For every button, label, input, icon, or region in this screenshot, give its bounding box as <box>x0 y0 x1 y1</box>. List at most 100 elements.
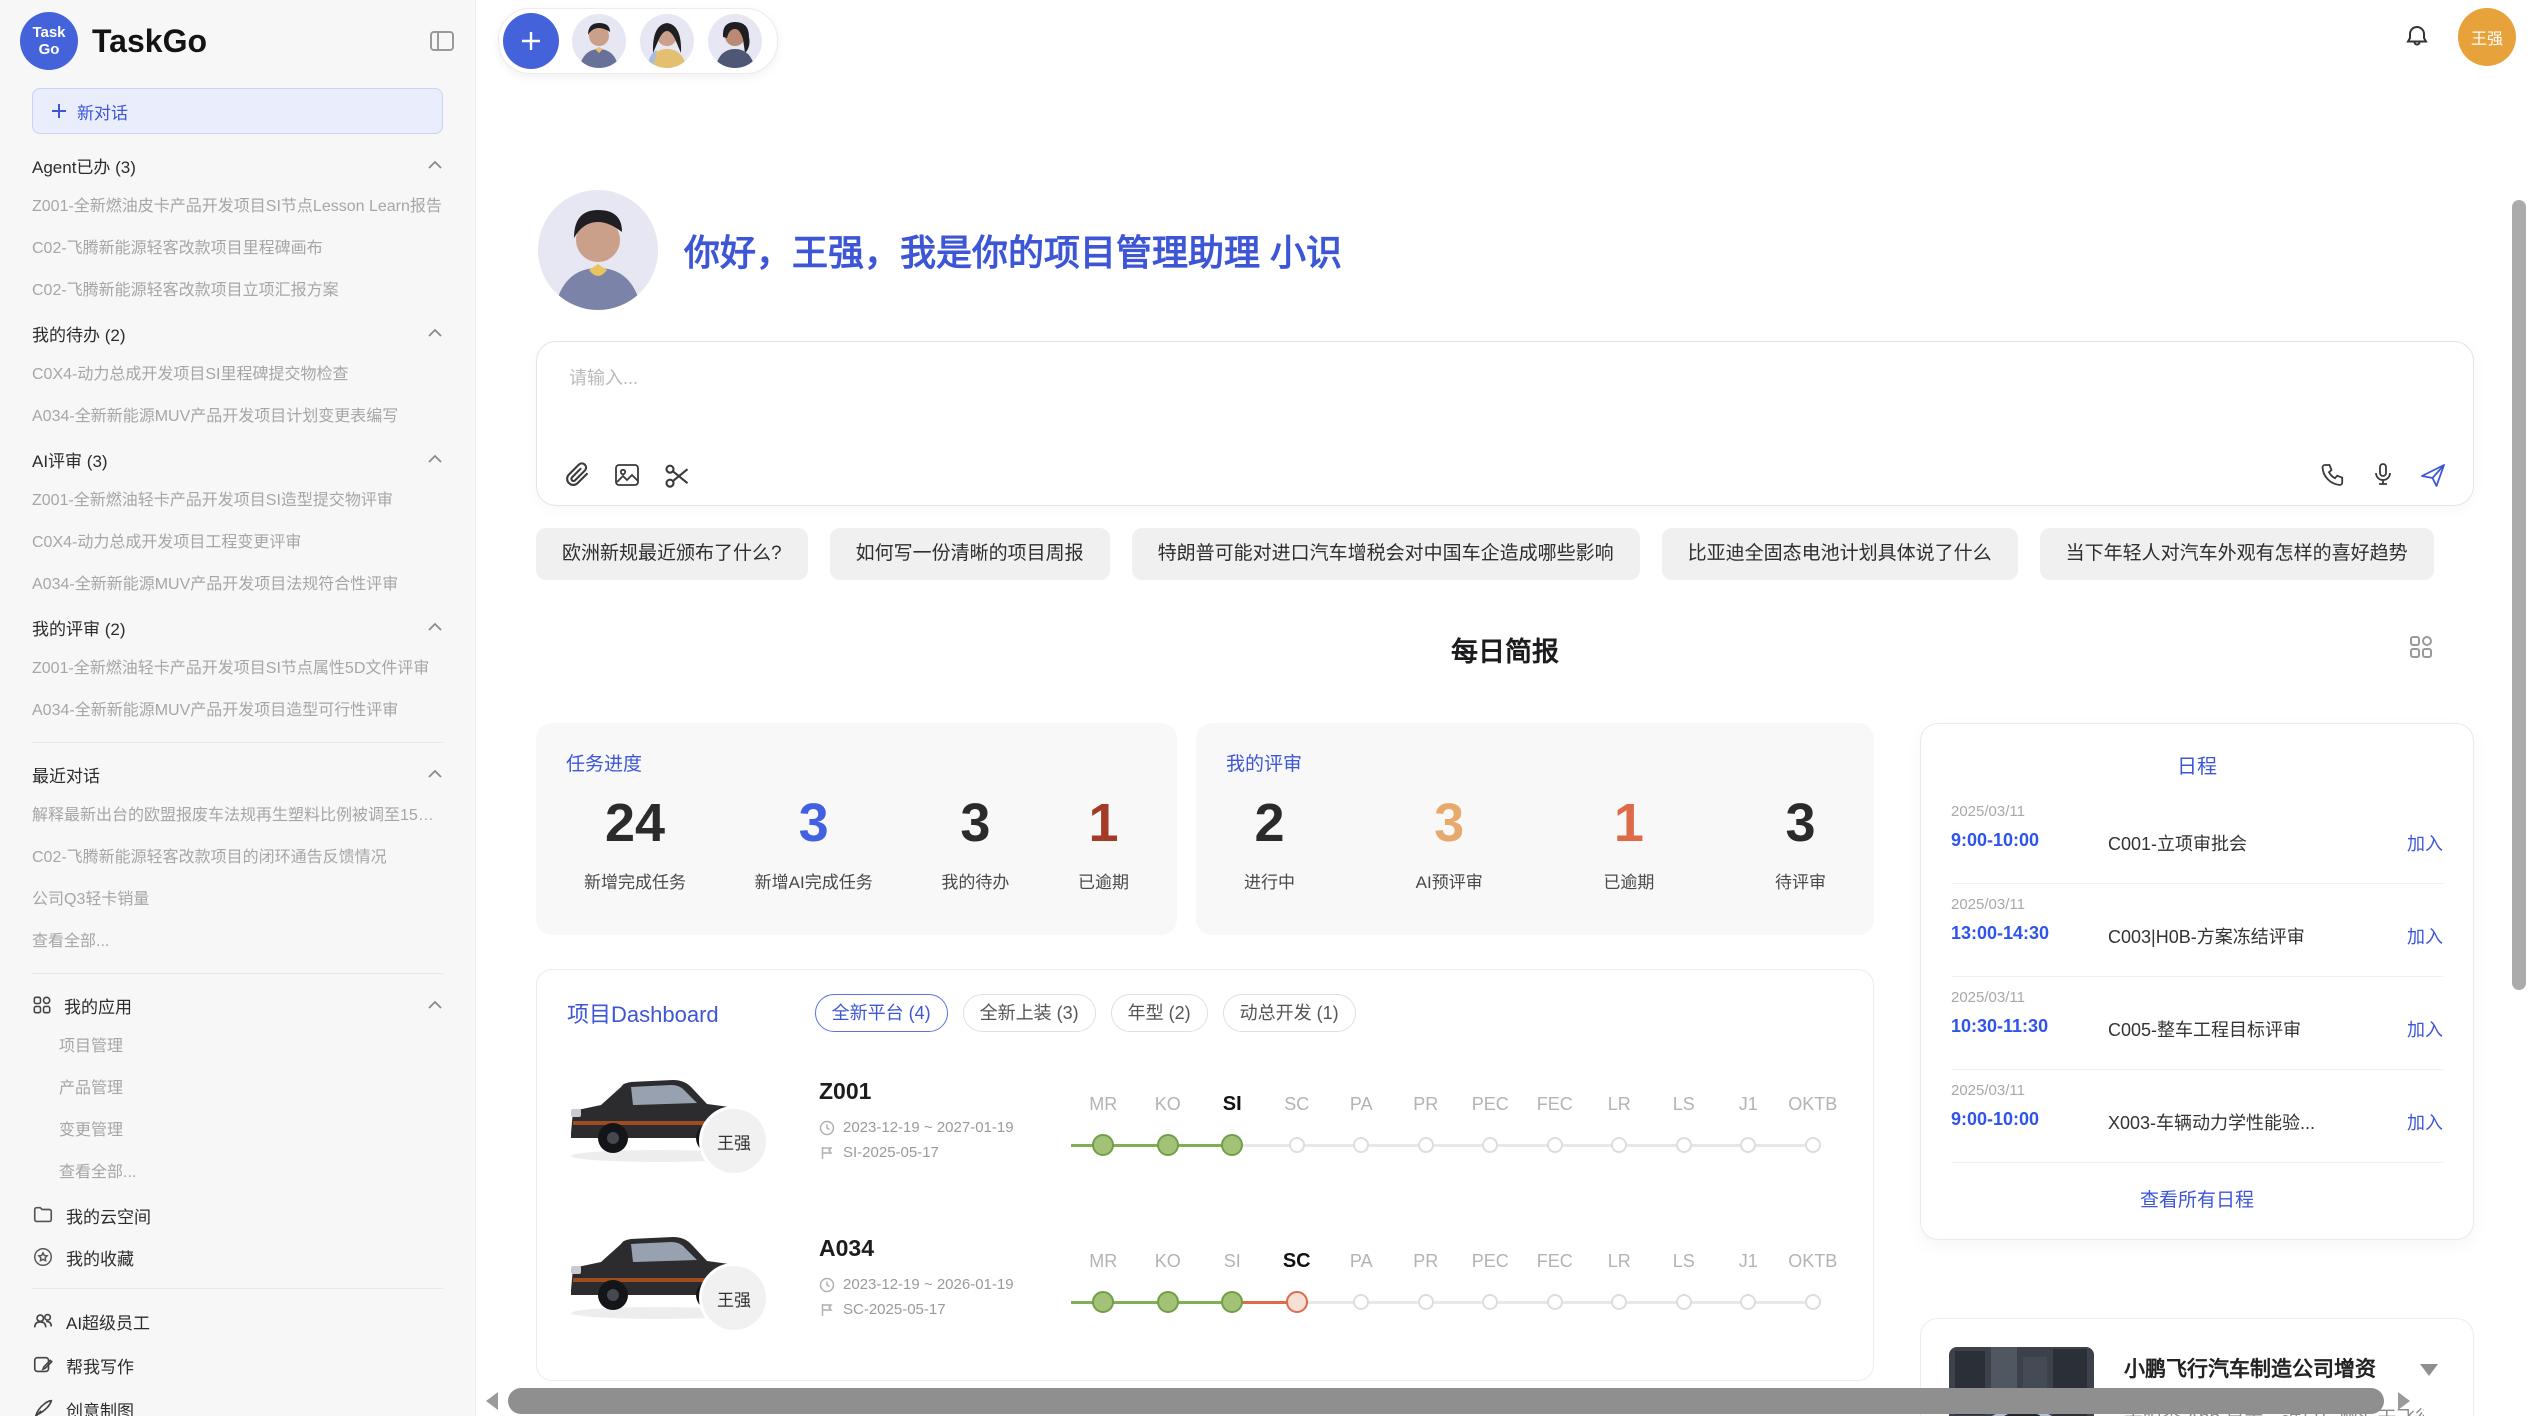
suggestion-chip[interactable]: 特朗普可能对进口汽车增税会对中国车企造成哪些影响 <box>1132 528 1640 580</box>
right-column: 日程 2025/03/11 9:00-10:00 C001-立项审批会 加入 <box>1920 723 2474 1240</box>
new-chat-button[interactable]: 新对话 <box>32 88 443 134</box>
stat-label: AI预评审 <box>1416 868 1483 893</box>
recent-section-header[interactable]: 最近对话 <box>32 753 443 795</box>
sidebar-item[interactable]: Z001-全新燃油皮卡产品开发项目SI节点Lesson Learn报告 <box>32 186 442 228</box>
sidebar-item-cloud-space[interactable]: 我的云空间 <box>32 1194 443 1236</box>
user-name: 王强 <box>2471 25 2503 49</box>
suggestion-chip[interactable]: 如何写一份清晰的项目周报 <box>830 528 1110 580</box>
sidebar-section-header[interactable]: AI评审 (3) <box>32 438 443 480</box>
schedule-time: 9:00-10:00 <box>1951 830 2039 850</box>
join-link[interactable]: 加入 <box>2407 923 2443 949</box>
user-avatar[interactable]: 王强 <box>2458 8 2516 66</box>
agent-avatar[interactable] <box>571 13 627 69</box>
milestone-dot <box>1547 1137 1563 1153</box>
sidebar-item[interactable]: C0X4-动力总成开发项目工程变更评审 <box>32 522 301 564</box>
image-icon[interactable] <box>613 461 641 489</box>
favorites-label: 我的收藏 <box>66 1245 134 1270</box>
microphone-icon[interactable] <box>2369 461 2397 489</box>
dashboard-tab[interactable]: 年型 (2) <box>1111 994 1208 1032</box>
sidebar-item[interactable]: C0X4-动力总成开发项目SI里程碑提交物检查 <box>32 354 348 396</box>
attachment-icon[interactable] <box>563 461 591 489</box>
sidebar-item[interactable]: C02-飞腾新能源轻客改款项目立项汇报方案 <box>32 270 339 312</box>
stat-item: 1 已逾期 <box>1078 792 1129 893</box>
recent-chat-item[interactable]: 解释最新出台的欧盟报废车法规再生塑料比例被调至15%... <box>32 795 443 837</box>
milestone-label: LR <box>1587 1246 1652 1276</box>
sidebar-section-header[interactable]: 我的待办 (2) <box>32 312 443 354</box>
sidebar-item-ai-staff[interactable]: AI超级员工 <box>32 1299 443 1343</box>
project-row[interactable]: 王强 Z001 2023-12-19 ~ 2027-01-19 <box>537 1056 1873 1213</box>
send-icon[interactable] <box>2419 461 2447 489</box>
recent-chat-item[interactable]: C02-飞腾新能源轻客改款项目的闭环通告反馈情况 <box>32 837 387 879</box>
recent-chat-item[interactable]: 公司Q3轻卡销量 <box>32 879 149 921</box>
schedule-time: 10:30-11:30 <box>1951 1016 2048 1036</box>
scissors-icon[interactable] <box>663 461 691 489</box>
sidebar-section-header[interactable]: Agent已办 (3) <box>32 144 443 186</box>
dashboard-tab[interactable]: 全新平台 (4) <box>815 994 948 1032</box>
sidebar-item[interactable]: Z001-全新燃油轻卡产品开发项目SI节点属性5D文件评审 <box>32 648 429 690</box>
scroll-left-arrow-icon[interactable] <box>486 1392 498 1410</box>
scroll-down-arrow-icon[interactable] <box>2420 1364 2438 1376</box>
star-badge-icon <box>32 1246 54 1268</box>
agent-avatar[interactable] <box>707 13 763 69</box>
suggestion-chip[interactable]: 当下年轻人对汽车外观有怎样的喜好趋势 <box>2040 528 2434 580</box>
milestone-cell <box>1458 1125 1523 1165</box>
flag-icon <box>819 1302 835 1318</box>
sidebar-item[interactable]: A034-全新新能源MUV产品开发项目计划变更表编写 <box>32 396 398 438</box>
app-item[interactable]: 变更管理 <box>59 1110 123 1152</box>
app-item[interactable]: 项目管理 <box>59 1026 123 1068</box>
milestone-label: SC <box>1265 1089 1330 1119</box>
logo-line2: Go <box>39 41 60 58</box>
join-link[interactable]: 加入 <box>2407 1109 2443 1135</box>
ai-staff-label: AI超级员工 <box>66 1309 150 1334</box>
sidebar-item[interactable]: A034-全新新能源MUV产品开发项目造型可行性评审 <box>32 690 398 732</box>
stats-row: 任务进度 24 新增完成任务 3 新增AI <box>536 723 1874 935</box>
milestone-cell <box>1781 1125 1846 1165</box>
stat-item: 3 新增AI完成任务 <box>755 792 873 893</box>
recent-chat-item[interactable]: 查看全部... <box>32 921 109 963</box>
notification-bell-icon[interactable] <box>2402 22 2432 52</box>
sidebar-item-favorites[interactable]: 我的收藏 <box>32 1236 443 1278</box>
scroll-right-arrow-icon[interactable] <box>2398 1392 2410 1410</box>
sidebar-item[interactable]: Z001-全新燃油轻卡产品开发项目SI造型提交物评审 <box>32 480 393 522</box>
suggestion-chip[interactable]: 欧洲新规最近颁布了什么? <box>536 528 808 580</box>
vertical-scrollbar[interactable] <box>2512 200 2526 990</box>
app-item[interactable]: 查看全部... <box>59 1152 136 1194</box>
sidebar-item-drawing[interactable]: 创意制图 <box>32 1387 443 1416</box>
milestone-dot <box>1611 1294 1627 1310</box>
app-item[interactable]: 产品管理 <box>59 1068 123 1110</box>
sidebar-item-writing[interactable]: 帮我写作 <box>32 1343 443 1387</box>
view-all-schedule-link[interactable]: 查看所有日程 <box>1951 1163 2443 1212</box>
horizontal-scrollbar[interactable] <box>508 1388 2384 1414</box>
milestone-label: PR <box>1394 1246 1459 1276</box>
layout-grid-icon[interactable] <box>2408 634 2434 660</box>
agent-avatar[interactable] <box>639 13 695 69</box>
phone-icon[interactable] <box>2319 461 2347 489</box>
new-chat-label: 新对话 <box>77 99 128 124</box>
clock-icon <box>819 1277 835 1293</box>
milestone-dot <box>1092 1134 1114 1156</box>
briefing-title: 每日简报 <box>1451 637 1559 667</box>
stat-label: 我的待办 <box>941 868 1009 893</box>
milestone-cell <box>1458 1282 1523 1322</box>
suggestion-chip[interactable]: 比亚迪全固态电池计划具体说了什么 <box>1662 528 2018 580</box>
sidebar-item[interactable]: C02-飞腾新能源轻客改款项目里程碑画布 <box>32 228 323 270</box>
project-row[interactable]: 王强 A034 2023-12-19 ~ 2026-01-19 <box>537 1213 1873 1370</box>
suggestion-chips: 欧洲新规最近颁布了什么? 如何写一份清晰的项目周报 特朗普可能对进口汽车增税会对… <box>536 528 2474 580</box>
dashboard-tab[interactable]: 动总开发 (1) <box>1223 994 1356 1032</box>
join-link[interactable]: 加入 <box>2407 1016 2443 1042</box>
sidebar-item[interactable]: A034-全新新能源MUV产品开发项目法规符合性评审 <box>32 564 398 606</box>
apps-section-title: 我的应用 <box>64 993 415 1018</box>
milestone-label: MR <box>1071 1089 1136 1119</box>
dashboard-tab[interactable]: 全新上装 (3) <box>963 994 1096 1032</box>
milestone-label: PA <box>1329 1089 1394 1119</box>
milestone-cell <box>1781 1282 1846 1322</box>
sidebar-section-header[interactable]: 我的评审 (2) <box>32 606 443 648</box>
milestone-label: FEC <box>1523 1089 1588 1119</box>
app-title: TaskGo <box>92 23 425 60</box>
sidebar-collapse-button[interactable] <box>425 24 459 58</box>
add-agent-button[interactable] <box>503 13 559 69</box>
message-input[interactable] <box>567 362 2443 446</box>
join-link[interactable]: 加入 <box>2407 830 2443 856</box>
stat-label: 进行中 <box>1244 868 1295 893</box>
apps-section-header[interactable]: 我的应用 <box>32 984 443 1026</box>
